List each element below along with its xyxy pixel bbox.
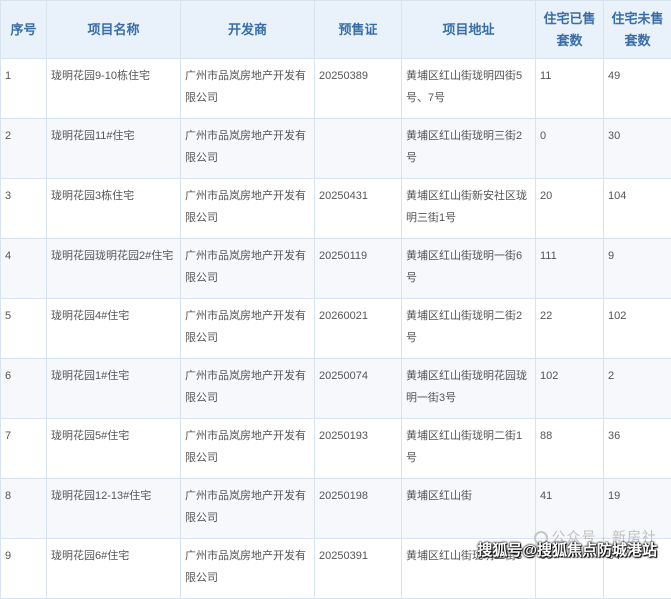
cell-project-address: 黄埔区红山街珑明四街5号、7号 xyxy=(402,59,536,119)
cell-developer: 广州市品岚房地产开发有限公司 xyxy=(181,119,315,179)
cell-presale-permit: 20250431 xyxy=(315,179,402,239)
cell-row-index: 6 xyxy=(1,359,47,419)
cell-row-index: 5 xyxy=(1,299,47,359)
cell-developer: 广州市品岚房地产开发有限公司 xyxy=(181,299,315,359)
cell-row-index: 3 xyxy=(1,179,47,239)
cell-unsold-units: 49 xyxy=(604,59,671,119)
cell-unsold-units: 104 xyxy=(604,179,671,239)
cell-row-index: 9 xyxy=(1,539,47,599)
table-row: 4珑明花园珑明花园2#住宅广州市品岚房地产开发有限公司20250119黄埔区红山… xyxy=(1,239,671,299)
column-header: 项目地址 xyxy=(402,1,536,59)
cell-developer: 广州市品岚房地产开发有限公司 xyxy=(181,239,315,299)
cell-developer: 广州市品岚房地产开发有限公司 xyxy=(181,59,315,119)
cell-row-index: 8 xyxy=(1,479,47,539)
cell-presale-permit: 20250391 xyxy=(315,539,402,599)
column-header: 项目名称 xyxy=(47,1,181,59)
table-row: 7珑明花园5#住宅广州市品岚房地产开发有限公司20250193黄埔区红山街珑明二… xyxy=(1,419,671,479)
column-header-label: 项目地址 xyxy=(442,19,494,41)
cell-project-address: 黄埔区红山街珑明三街2号 xyxy=(402,119,536,179)
table-row: 3珑明花园3栋住宅广州市品岚房地产开发有限公司20250431黄埔区红山街新安社… xyxy=(1,179,671,239)
cell-project-name: 珑明花园9-10栋住宅 xyxy=(47,59,181,119)
cell-row-index: 4 xyxy=(1,239,47,299)
cell-sold-units: 0 xyxy=(536,119,604,179)
cell-project-address: 黄埔区红山街珑明二街2号 xyxy=(402,299,536,359)
column-header-label: 开发商 xyxy=(228,19,267,41)
cell-developer: 广州市品岚房地产开发有限公司 xyxy=(181,179,315,239)
table-row: 2珑明花园11#住宅广州市品岚房地产开发有限公司 黄埔区红山街珑明三街2号030 xyxy=(1,119,671,179)
cell-sold-units: 88 xyxy=(536,419,604,479)
cell-project-name: 珑明花园珑明花园2#住宅 xyxy=(47,239,181,299)
cell-sold-units: 20 xyxy=(536,179,604,239)
cell-project-address: 黄埔区红山街珑明一街6号 xyxy=(402,239,536,299)
cell-sold-units: 102 xyxy=(536,359,604,419)
cell-project-address: 黄埔区红山街珑明二街1号 xyxy=(402,419,536,479)
cell-presale-permit: 20250198 xyxy=(315,479,402,539)
column-header-label: 住宅已售套数 xyxy=(542,8,597,52)
cell-project-name: 珑明花园1#住宅 xyxy=(47,359,181,419)
cell-presale-permit: 20260021 xyxy=(315,299,402,359)
cell-sold-units: 111 xyxy=(536,239,604,299)
table-body: 1珑明花园9-10栋住宅广州市品岚房地产开发有限公司20250389黄埔区红山街… xyxy=(1,59,671,599)
cell-project-address: 黄埔区红山街 xyxy=(402,479,536,539)
table-row: 1珑明花园9-10栋住宅广州市品岚房地产开发有限公司20250389黄埔区红山街… xyxy=(1,59,671,119)
column-header-label: 预售证 xyxy=(338,19,377,41)
cell-unsold-units: 9 xyxy=(604,239,671,299)
cell-row-index: 1 xyxy=(1,59,47,119)
cell-sold-units: 11 xyxy=(536,59,604,119)
cell-presale-permit: 20250119 xyxy=(315,239,402,299)
cell-project-name: 珑明花园5#住宅 xyxy=(47,419,181,479)
column-header-label: 住宅未售套数 xyxy=(610,8,665,52)
cell-project-address: 黄埔区红山街珑明花园珑明一街3号 xyxy=(402,359,536,419)
cell-developer: 广州市品岚房地产开发有限公司 xyxy=(181,479,315,539)
cell-project-name: 珑明花园6#住宅 xyxy=(47,539,181,599)
presale-table: 序号 项目名称 开发商 预售证 项目地址 住宅已售套数住宅未售套数 1珑明花园9-10栋住… xyxy=(0,0,671,599)
sohu-source-overlay: 搜狐号@搜狐焦点防城港站 xyxy=(477,539,657,560)
column-header: 住宅已售套数 xyxy=(536,1,604,59)
cell-presale-permit: 20250389 xyxy=(315,59,402,119)
cell-row-index: 2 xyxy=(1,119,47,179)
column-header: 开发商 xyxy=(181,1,315,59)
cell-project-name: 珑明花园11#住宅 xyxy=(47,119,181,179)
cell-row-index: 7 xyxy=(1,419,47,479)
cell-unsold-units: 102 xyxy=(604,299,671,359)
column-header-label: 序号 xyxy=(10,19,36,41)
cell-unsold-units: 30 xyxy=(604,119,671,179)
cell-project-address: 黄埔区红山街新安社区珑明三街1号 xyxy=(402,179,536,239)
column-header-label: 项目名称 xyxy=(87,19,139,41)
cell-presale-permit: 20250193 xyxy=(315,419,402,479)
table-row: 5珑明花园4#住宅广州市品岚房地产开发有限公司20260021黄埔区红山街珑明二… xyxy=(1,299,671,359)
cell-presale-permit xyxy=(315,119,402,179)
column-header: 序号 xyxy=(1,1,47,59)
cell-developer: 广州市品岚房地产开发有限公司 xyxy=(181,419,315,479)
cell-developer: 广州市品岚房地产开发有限公司 xyxy=(181,359,315,419)
cell-project-name: 珑明花园3栋住宅 xyxy=(47,179,181,239)
cell-project-name: 珑明花园12-13#住宅 xyxy=(47,479,181,539)
cell-developer: 广州市品岚房地产开发有限公司 xyxy=(181,539,315,599)
column-header: 住宅未售套数 xyxy=(604,1,671,59)
column-header: 预售证 xyxy=(315,1,402,59)
cell-unsold-units: 2 xyxy=(604,359,671,419)
cell-unsold-units: 36 xyxy=(604,419,671,479)
table-row: 6珑明花园1#住宅广州市品岚房地产开发有限公司20250074黄埔区红山街珑明花… xyxy=(1,359,671,419)
cell-sold-units: 22 xyxy=(536,299,604,359)
cell-presale-permit: 20250074 xyxy=(315,359,402,419)
table-header-row: 序号 项目名称 开发商 预售证 项目地址 住宅已售套数住宅未售套数 xyxy=(1,1,671,59)
cell-project-name: 珑明花园4#住宅 xyxy=(47,299,181,359)
